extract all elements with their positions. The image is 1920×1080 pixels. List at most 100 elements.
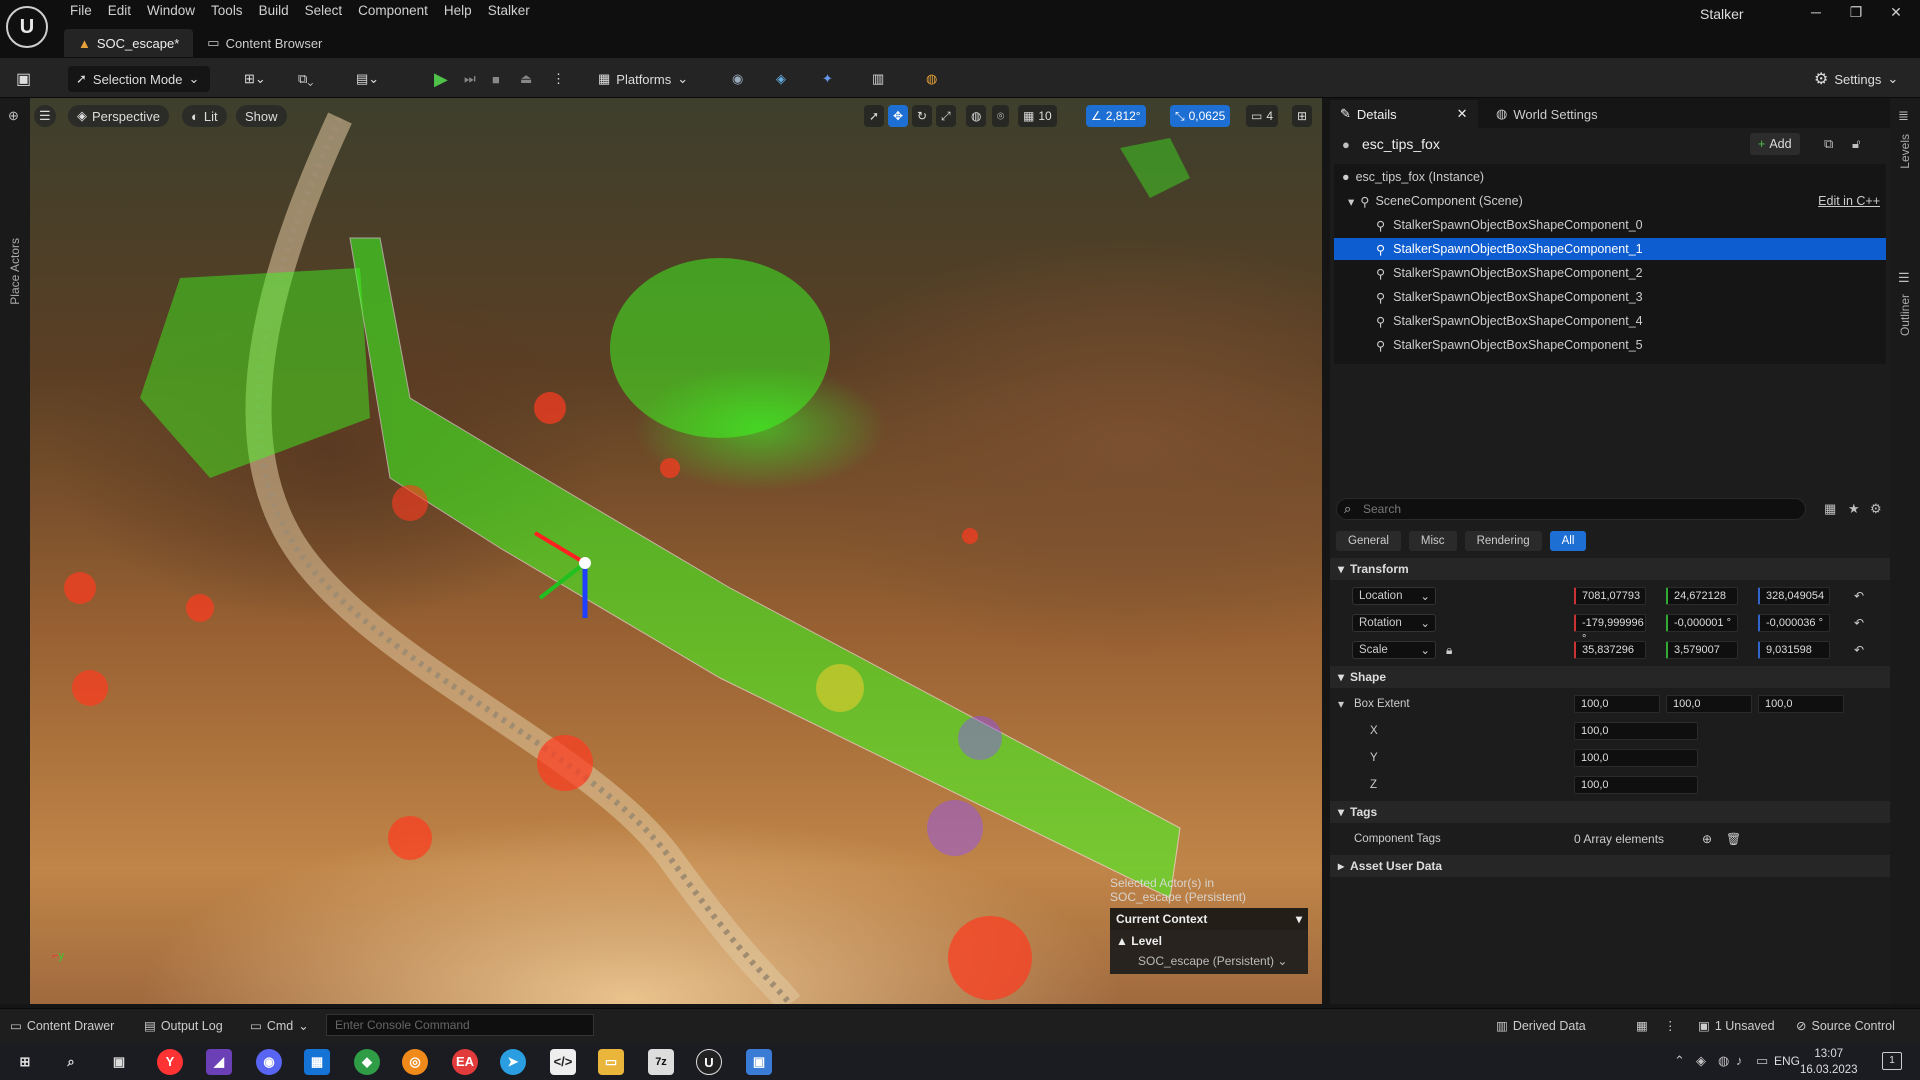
origin-icon[interactable]: ◎ — [402, 1049, 428, 1075]
transform-section-header[interactable]: ▾ Transform — [1330, 558, 1890, 580]
search-icon[interactable]: ⌕ — [58, 1049, 84, 1075]
levels-tab[interactable]: Levels — [1898, 134, 1912, 169]
location-dropdown[interactable]: Location ⌄ — [1352, 587, 1436, 605]
table-view-icon[interactable]: ▦ — [1824, 501, 1836, 517]
coordinate-space-button[interactable]: ◍ — [966, 105, 987, 127]
box-extent-z-input[interactable]: 100,0 — [1758, 695, 1844, 713]
windows-start-icon[interactable]: ⊞ — [12, 1049, 38, 1075]
plugin-button-1[interactable]: ◉ — [732, 66, 743, 92]
z-input[interactable]: 100,0 — [1574, 776, 1698, 794]
location-z-input[interactable]: 328,049054 — [1758, 587, 1830, 605]
build-status-button[interactable]: ▦ — [1636, 1018, 1648, 1033]
volume-icon[interactable]: ♪ — [1736, 1053, 1743, 1068]
menu-file[interactable]: File — [64, 0, 102, 22]
tree-item[interactable]: ⚲ StalkerSpawnObjectBoxShapeComponent_3 — [1334, 286, 1886, 308]
tab-content-browser[interactable]: ▭ Content Browser — [193, 29, 336, 57]
rotation-x-input[interactable]: -179,999996 ° — [1574, 614, 1646, 645]
tree-item[interactable]: ⚲ StalkerSpawnObjectBoxShapeComponent_5 — [1334, 334, 1886, 356]
box-extent-y-input[interactable]: 100,0 — [1666, 695, 1752, 713]
scale-dropdown[interactable]: Scale ⌄ — [1352, 641, 1436, 659]
translate-tool-button[interactable]: ✥ — [888, 105, 909, 127]
rotation-y-input[interactable]: -0,000001 ° — [1666, 614, 1738, 632]
grid-snap-button[interactable]: ▦ 10 — [1018, 105, 1057, 127]
scale-snap-button[interactable]: ⤡ 0,0625 — [1170, 105, 1231, 127]
menu-stalker[interactable]: Stalker — [482, 0, 540, 22]
unreal-logo-icon[interactable]: U — [6, 6, 48, 48]
cmd-dropdown[interactable]: ▭ Cmd ⌄ — [250, 1018, 309, 1034]
outliner-icon[interactable]: ☰ — [1898, 270, 1910, 286]
tags-section-header[interactable]: ▾ Tags — [1330, 801, 1890, 823]
minimize-button[interactable]: ─ — [1804, 4, 1828, 26]
tree-item[interactable]: ⚲ StalkerSpawnObjectBoxShapeComponent_2 — [1334, 262, 1886, 284]
plugin-button-4[interactable]: ▥ — [872, 66, 884, 92]
viewport-layout-button[interactable]: ⊞ — [1292, 105, 1313, 127]
code-app-icon[interactable]: </> — [550, 1049, 576, 1075]
menu-component[interactable]: Component — [352, 0, 438, 22]
tree-item[interactable]: ⚲ StalkerSpawnObjectBoxShapeComponent_0 — [1334, 214, 1886, 236]
tab-world-settings[interactable]: ◍ World Settings — [1486, 100, 1608, 128]
yandex-browser-icon[interactable]: Y — [157, 1049, 183, 1075]
discord-icon[interactable]: ◉ — [256, 1049, 282, 1075]
place-actors-tab[interactable]: Place Actors — [8, 238, 22, 305]
level-viewport[interactable]: ☰ ◈ Perspective ◐ Lit Show ➚ ✥ ↻ ⤢ ◍ ⌾ ▦… — [30, 98, 1322, 1004]
language-indicator[interactable]: ENG — [1774, 1054, 1800, 1068]
restore-button[interactable]: ❐ — [1844, 4, 1868, 26]
tree-root[interactable]: ● esc_tips_fox (Instance) — [1334, 166, 1886, 188]
y-input[interactable]: 100,0 — [1574, 749, 1698, 767]
x-input[interactable]: 100,0 — [1574, 722, 1698, 740]
rotate-tool-button[interactable]: ↻ — [912, 105, 933, 127]
7zip-icon[interactable]: 7z — [648, 1049, 674, 1075]
reset-icon[interactable]: ↶ — [1854, 643, 1864, 657]
scale-x-input[interactable]: 35,837296 — [1574, 641, 1646, 659]
lock-icon[interactable]: 🔓︎ — [1852, 136, 1860, 152]
outliner-tab[interactable]: Outliner — [1898, 294, 1912, 336]
level-dropdown[interactable]: SOC_escape (Persistent) ⌄ — [1138, 954, 1302, 968]
filter-all[interactable]: All — [1549, 531, 1587, 551]
scale-tool-button[interactable]: ⤢ — [936, 105, 956, 127]
console-input[interactable]: Enter Console Command — [326, 1014, 594, 1036]
tree-item-selected[interactable]: ⚲ StalkerSpawnObjectBoxShapeComponent_1 — [1334, 238, 1886, 260]
location-y-input[interactable]: 24,672128 — [1666, 587, 1738, 605]
tab-details[interactable]: ✎ Details ✕ — [1330, 100, 1478, 128]
selection-mode-dropdown[interactable]: ➚ Selection Mode ⌄ — [68, 66, 210, 92]
expand-icon[interactable]: ▾ — [1348, 194, 1354, 209]
visual-studio-icon[interactable]: ◢ — [206, 1049, 232, 1075]
filter-general[interactable]: General — [1336, 531, 1401, 551]
close-window-button[interactable]: ✕ — [1884, 4, 1908, 26]
place-actors-icon[interactable]: ⊕ — [8, 108, 19, 124]
plugin-button-5[interactable]: ◍ — [926, 66, 937, 92]
notification-icon[interactable]: 1 — [1882, 1052, 1902, 1070]
play-options-button[interactable]: ⋮ — [552, 66, 565, 92]
gear-icon[interactable]: ⚙ — [1870, 501, 1882, 517]
status-more-button[interactable]: ⋮ — [1664, 1018, 1677, 1033]
details-search-input[interactable]: Search — [1336, 498, 1806, 520]
box-extent-x-input[interactable]: 100,0 — [1574, 695, 1660, 713]
cinematics-button[interactable]: ▤⌄ — [356, 66, 379, 92]
menu-select[interactable]: Select — [299, 0, 353, 22]
rotation-snap-button[interactable]: ∠ 2,812° — [1086, 105, 1146, 127]
monitor-app-icon[interactable]: ▦ — [304, 1049, 330, 1075]
tray-network-icon[interactable]: ◍ — [1718, 1053, 1729, 1069]
asset-user-data-header[interactable]: ▸ Asset User Data — [1330, 855, 1890, 877]
green-app-icon[interactable]: ◆ — [354, 1049, 380, 1075]
camera-speed-button[interactable]: ▭ 4 — [1246, 105, 1279, 127]
filter-rendering[interactable]: Rendering — [1464, 531, 1542, 551]
file-explorer-icon[interactable]: ▭ — [598, 1049, 624, 1075]
source-control-button[interactable]: ⊘ Source Control — [1796, 1018, 1895, 1034]
menu-build[interactable]: Build — [253, 0, 299, 22]
plugin-button-2[interactable]: ◈ — [776, 66, 786, 92]
play-button[interactable]: ▶ — [434, 66, 448, 92]
add-component-button[interactable]: + Add — [1750, 133, 1800, 155]
scale-z-input[interactable]: 9,031598 — [1758, 641, 1830, 659]
surface-snap-button[interactable]: ⌾ — [992, 105, 1010, 127]
levels-icon[interactable]: ≣ — [1898, 108, 1909, 124]
stop-button[interactable]: ■ — [492, 66, 500, 92]
rotation-dropdown[interactable]: Rotation ⌄ — [1352, 614, 1436, 632]
step-button[interactable]: ⏭ — [464, 66, 476, 92]
add-actor-button[interactable]: ⊞⌄ — [244, 66, 266, 92]
remote-desktop-icon[interactable]: ▣ — [746, 1049, 772, 1075]
telegram-icon[interactable]: ➤ — [500, 1049, 526, 1075]
unreal-engine-icon[interactable]: U — [696, 1049, 722, 1075]
close-icon[interactable]: ✕ — [1457, 106, 1468, 122]
lit-button[interactable]: ◐ Lit — [182, 105, 227, 127]
